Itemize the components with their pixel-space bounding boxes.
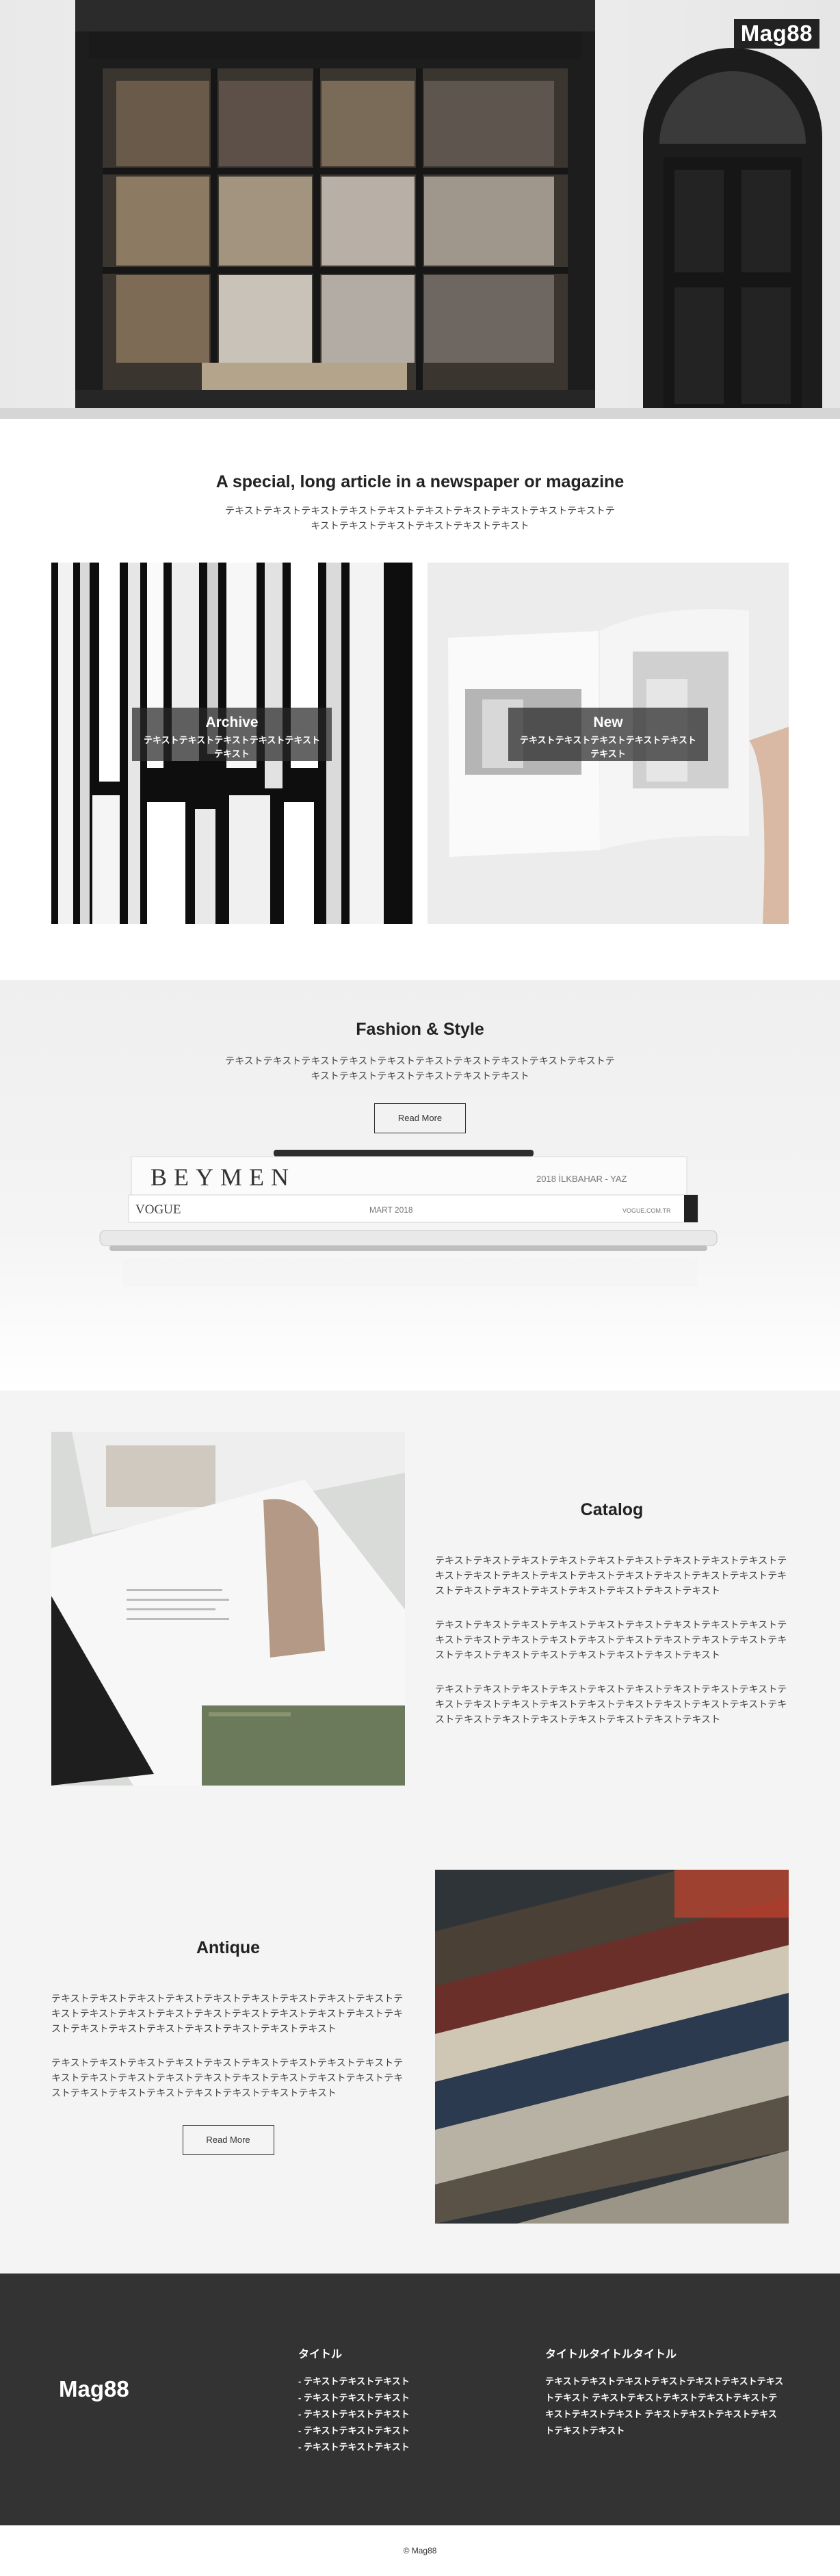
catalog-paragraph-2: テキストテキストテキストテキストテキストテキストテキストテキストテキストテキスト… (435, 1619, 787, 1660)
catalog-body: Catalog テキストテキストテキストテキストテキストテキストテキストテキスト… (435, 1500, 789, 1746)
features-section: Catalog テキストテキストテキストテキストテキストテキストテキストテキスト… (0, 1391, 840, 2274)
cards-section: Archive テキストテキストテキストテキストテキストテキスト New テキス… (0, 563, 840, 980)
footer-link[interactable]: - テキストテキストテキスト (298, 2406, 456, 2423)
intro-title: A special, long article in a newspaper o… (215, 472, 625, 491)
archive-card-title: Archive (205, 714, 259, 730)
fashion-text: テキストテキストテキストテキストテキストテキストテキストテキストテキストテキスト… (225, 1055, 615, 1081)
hero-door-image (643, 48, 822, 419)
footer-link[interactable]: - テキストテキストテキスト (298, 2390, 456, 2406)
hero-shopfront-image (75, 0, 595, 408)
magazine-vogue-site: VOGUE.COM.TR (622, 1207, 671, 1214)
fashion-title: Fashion & Style (356, 1020, 484, 1039)
intro-section: A special, long article in a newspaper o… (0, 419, 840, 563)
footer-link[interactable]: - テキストテキストテキスト (298, 2423, 456, 2439)
magazine-vogue-text: VOGUE (135, 1202, 181, 1217)
fashion-read-more-button[interactable]: Read More (374, 1103, 466, 1133)
hero-section: Mag88 (0, 0, 840, 419)
antique-title: Antique (196, 1938, 261, 1957)
new-card[interactable]: New テキストテキストテキストテキストテキストテキスト (428, 563, 789, 924)
magazine-vogue-date: MART 2018 (369, 1205, 413, 1215)
new-card-title: New (593, 714, 623, 730)
antique-image (435, 1870, 789, 2224)
archive-card-overlay: Archive テキストテキストテキストテキストテキストテキスト (132, 708, 332, 761)
magazine-beymen-text: BEYMEN (150, 1163, 296, 1191)
catalog-paragraph-1: テキストテキストテキストテキストテキストテキストテキストテキストテキストテキスト… (435, 1555, 787, 1596)
footer-col1-heading: タイトル (298, 2349, 343, 2360)
antique-paragraph-2: テキストテキストテキストテキストテキストテキストテキストテキストテキストテキスト… (51, 2057, 404, 2098)
magazine-stack-image: BEYMEN 2018 İLKBAHAR - YAZ VOGUE MART 20… (99, 1150, 718, 1287)
hero-sidewalk (0, 408, 840, 419)
antique-paragraph-1: テキストテキストテキストテキストテキストテキストテキストテキストテキストテキスト… (51, 1993, 404, 2034)
footer-links-column: タイトル - テキストテキストテキスト - テキストテキストテキスト - テキス… (298, 2345, 456, 2456)
copyright: © Mag88 (0, 2525, 840, 2576)
footer-col2-heading: タイトルタイトルタイトル (545, 2349, 677, 2360)
footer-text-column: タイトルタイトルタイトル テキストテキストテキストテキストテキストテキストテキス… (545, 2345, 785, 2439)
site-logo[interactable]: Mag88 (733, 19, 819, 49)
catalog-paragraph-3: テキストテキストテキストテキストテキストテキストテキストテキストテキストテキスト… (435, 1684, 787, 1725)
catalog-image (51, 1432, 405, 1786)
footer-logo[interactable]: Mag88 (59, 2376, 129, 2402)
footer-links-list: - テキストテキストテキスト - テキストテキストテキスト - テキストテキスト… (298, 2373, 456, 2456)
footer-link[interactable]: - テキストテキストテキスト (298, 2373, 456, 2390)
archive-card-text: テキストテキストテキストテキストテキストテキスト (143, 735, 321, 759)
catalog-title: Catalog (580, 1500, 644, 1519)
intro-text: テキストテキストテキストテキストテキストテキストテキストテキストテキストテキスト… (225, 505, 615, 531)
antique-read-more-button[interactable]: Read More (182, 2125, 274, 2155)
fashion-section: Fashion & Style テキストテキストテキストテキストテキストテキスト… (0, 980, 840, 1391)
footer: Mag88 タイトル - テキストテキストテキスト - テキストテキストテキスト… (0, 2274, 840, 2525)
footer-col2-text: テキストテキストテキストテキストテキストテキストテキストテキスト テキストテキス… (545, 2376, 784, 2436)
antique-body: Antique テキストテキストテキストテキストテキストテキストテキストテキスト… (51, 1938, 405, 2155)
footer-link[interactable]: - テキストテキストテキスト (298, 2439, 456, 2456)
new-card-overlay: New テキストテキストテキストテキストテキストテキスト (508, 708, 708, 761)
archive-card[interactable]: Archive テキストテキストテキストテキストテキストテキスト (51, 563, 412, 924)
new-card-text: テキストテキストテキストテキストテキストテキスト (519, 735, 697, 759)
magazine-beymen-date: 2018 İLKBAHAR - YAZ (536, 1174, 627, 1184)
